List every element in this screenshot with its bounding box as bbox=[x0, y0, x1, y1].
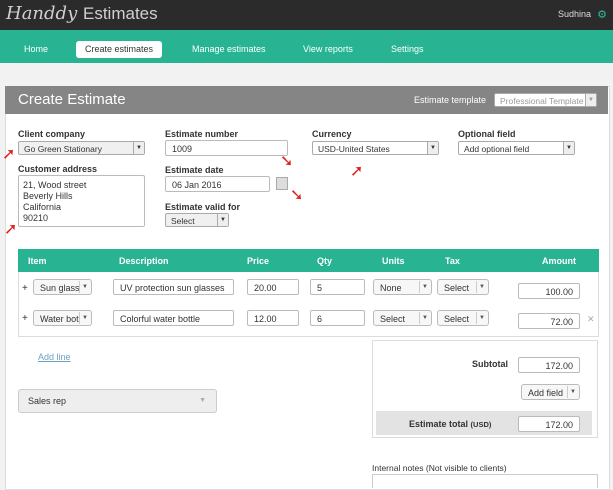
red-arrow-annotation: ➚ bbox=[2, 146, 16, 163]
chevron-down-icon: ▼ bbox=[476, 281, 487, 293]
address-line: 21, Wood street bbox=[23, 180, 87, 190]
address-line: Beverly Hills bbox=[23, 191, 73, 201]
qty-input[interactable]: 6 bbox=[310, 310, 365, 326]
col-amount: Amount bbox=[542, 256, 576, 266]
close-icon[interactable]: ✕ bbox=[587, 314, 595, 325]
calendar-icon[interactable] bbox=[276, 177, 288, 190]
red-arrow-annotation: ➘ bbox=[290, 187, 304, 204]
item-value: Water bot bbox=[40, 314, 79, 324]
nav-home[interactable]: Home bbox=[24, 44, 48, 54]
price-input[interactable]: 12.00 bbox=[247, 310, 299, 326]
col-units: Units bbox=[382, 256, 405, 266]
add-row-icon[interactable]: + bbox=[22, 313, 28, 324]
tax-select[interactable]: Select ▼ bbox=[437, 310, 489, 326]
red-arrow-annotation: ➚ bbox=[4, 221, 18, 238]
app-logo[interactable]: Handdy Estimates bbox=[6, 3, 158, 24]
chevron-down-icon: ▼ bbox=[217, 214, 228, 226]
chevron-down-icon: ▼ bbox=[585, 94, 596, 106]
item-select[interactable]: Sun glass ▼ bbox=[33, 279, 92, 295]
internal-notes-label: Internal notes (Not visible to clients) bbox=[372, 463, 507, 473]
optional-field-value: Add optional field bbox=[464, 144, 530, 154]
estimate-number-label: Estimate number bbox=[165, 129, 239, 139]
tax-value: Select bbox=[444, 283, 470, 293]
add-field-value: Add field bbox=[528, 388, 564, 398]
address-line: California bbox=[23, 202, 62, 212]
valid-for-label: Estimate valid for bbox=[165, 202, 241, 212]
units-value: Select bbox=[380, 314, 406, 324]
address-line: 90210 bbox=[23, 213, 49, 223]
chevron-down-icon: ▼ bbox=[133, 142, 144, 154]
estimate-total-label: Estimate total (USD) bbox=[409, 419, 491, 429]
col-price: Price bbox=[247, 256, 270, 266]
chevron-down-icon: ▼ bbox=[419, 281, 430, 293]
main-nav: Home Create estimates Manage estimates V… bbox=[0, 30, 613, 63]
subtotal-label: Subtotal bbox=[472, 359, 508, 369]
optional-field-label: Optional field bbox=[458, 129, 516, 139]
red-arrow-annotation: ➚ bbox=[350, 163, 364, 180]
estimate-date-label: Estimate date bbox=[165, 165, 224, 175]
add-line-link[interactable]: Add line bbox=[38, 352, 71, 362]
user-name[interactable]: Sudhina bbox=[558, 9, 591, 19]
optional-field-select[interactable]: Add optional field ▼ bbox=[458, 141, 575, 155]
chevron-down-icon: ▼ bbox=[79, 281, 90, 293]
template-select[interactable]: Professional Template ▼ bbox=[494, 93, 597, 107]
amount-field: 72.00 bbox=[518, 313, 580, 329]
red-arrow-annotation: ➘ bbox=[280, 153, 294, 170]
item-select[interactable]: Water bot ▼ bbox=[33, 310, 92, 326]
chevron-down-icon: ▼ bbox=[476, 312, 487, 324]
currency-label: Currency bbox=[312, 129, 352, 139]
add-row-icon[interactable]: + bbox=[22, 283, 28, 294]
client-company-select[interactable]: Go Green Stationary ▼ bbox=[18, 141, 145, 155]
units-value: None bbox=[380, 283, 402, 293]
nav-manage-estimates[interactable]: Manage estimates bbox=[192, 44, 266, 54]
units-select[interactable]: Select ▼ bbox=[373, 310, 432, 326]
estimate-number-input[interactable]: 1009 bbox=[165, 140, 288, 156]
client-company-label: Client company bbox=[18, 129, 86, 139]
col-item: Item bbox=[28, 256, 47, 266]
subtotal-value: 172.00 bbox=[518, 357, 580, 373]
currency-value: USD-United States bbox=[318, 144, 390, 154]
col-qty: Qty bbox=[317, 256, 333, 266]
estimate-date-input[interactable]: 06 Jan 2016 bbox=[165, 176, 270, 192]
tax-value: Select bbox=[444, 314, 470, 324]
currency-select[interactable]: USD-United States ▼ bbox=[312, 141, 439, 155]
item-value: Sun glass bbox=[40, 283, 80, 293]
estimate-total-value: 172.00 bbox=[518, 416, 580, 432]
chevron-down-icon: ▼ bbox=[79, 312, 90, 324]
description-input[interactable]: Colorful water bottle bbox=[113, 310, 234, 326]
valid-for-value: Select bbox=[171, 216, 195, 226]
nav-settings[interactable]: Settings bbox=[391, 44, 424, 54]
chevron-down-icon: ▼ bbox=[419, 312, 430, 324]
internal-notes-textarea[interactable] bbox=[372, 474, 598, 488]
sales-rep-select[interactable]: Sales rep ▼ bbox=[18, 389, 217, 413]
chevron-down-icon: ▼ bbox=[567, 386, 578, 398]
units-select[interactable]: None ▼ bbox=[373, 279, 432, 295]
estimate-total-currency: (USD) bbox=[470, 420, 492, 429]
estimate-total-text: Estimate total bbox=[409, 419, 469, 429]
tax-select[interactable]: Select ▼ bbox=[437, 279, 489, 295]
sales-rep-value: Sales rep bbox=[28, 396, 67, 406]
chevron-down-icon: ▼ bbox=[199, 397, 206, 404]
price-input[interactable]: 20.00 bbox=[247, 279, 299, 295]
customer-address-label: Customer address bbox=[18, 164, 98, 174]
template-value: Professional Template bbox=[500, 96, 584, 106]
client-company-value: Go Green Stationary bbox=[24, 144, 102, 154]
nav-create-estimates[interactable]: Create estimates bbox=[76, 41, 162, 58]
chevron-down-icon: ▼ bbox=[427, 142, 438, 154]
page-title: Create Estimate bbox=[18, 91, 126, 108]
amount-field: 100.00 bbox=[518, 283, 580, 299]
gear-icon[interactable]: ⚙ bbox=[597, 8, 607, 21]
col-description: Description bbox=[119, 256, 169, 266]
description-input[interactable]: UV protection sun glasses bbox=[113, 279, 234, 295]
customer-address-textarea[interactable]: 21, Wood street Beverly Hills California… bbox=[18, 175, 145, 227]
qty-input[interactable]: 5 bbox=[310, 279, 365, 295]
valid-for-select[interactable]: Select ▼ bbox=[165, 213, 229, 227]
template-label: Estimate template bbox=[414, 95, 487, 105]
add-field-select[interactable]: Add field ▼ bbox=[521, 384, 580, 400]
chevron-down-icon: ▼ bbox=[563, 142, 574, 154]
col-tax: Tax bbox=[445, 256, 460, 266]
table-header: Item Description Price Qty Units Tax Amo… bbox=[18, 249, 599, 272]
nav-view-reports[interactable]: View reports bbox=[303, 44, 353, 54]
